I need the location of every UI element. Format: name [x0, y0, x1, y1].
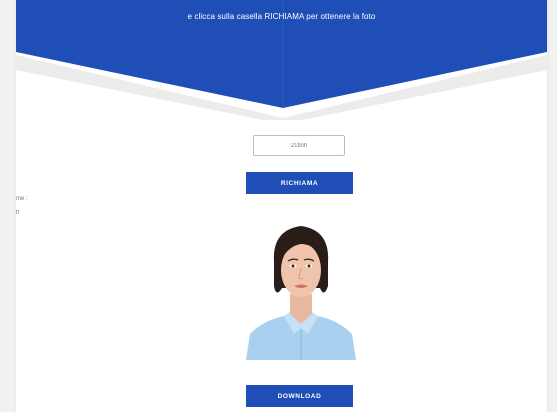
instruction-text: e clicca sulla casella RICHIAMA per otte… [187, 12, 376, 21]
page-container: e clicca sulla casella RICHIAMA per otte… [16, 0, 547, 412]
side-cut-text: me : [16, 196, 28, 202]
richiama-button[interactable]: RICHIAMA [246, 172, 353, 194]
header-banner: e clicca sulla casella RICHIAMA per otte… [16, 0, 547, 120]
side-cut-link[interactable]: t! [16, 210, 19, 216]
code-input[interactable] [253, 135, 345, 156]
download-button[interactable]: DOWNLOAD [246, 385, 353, 407]
portrait-photo [244, 222, 358, 360]
